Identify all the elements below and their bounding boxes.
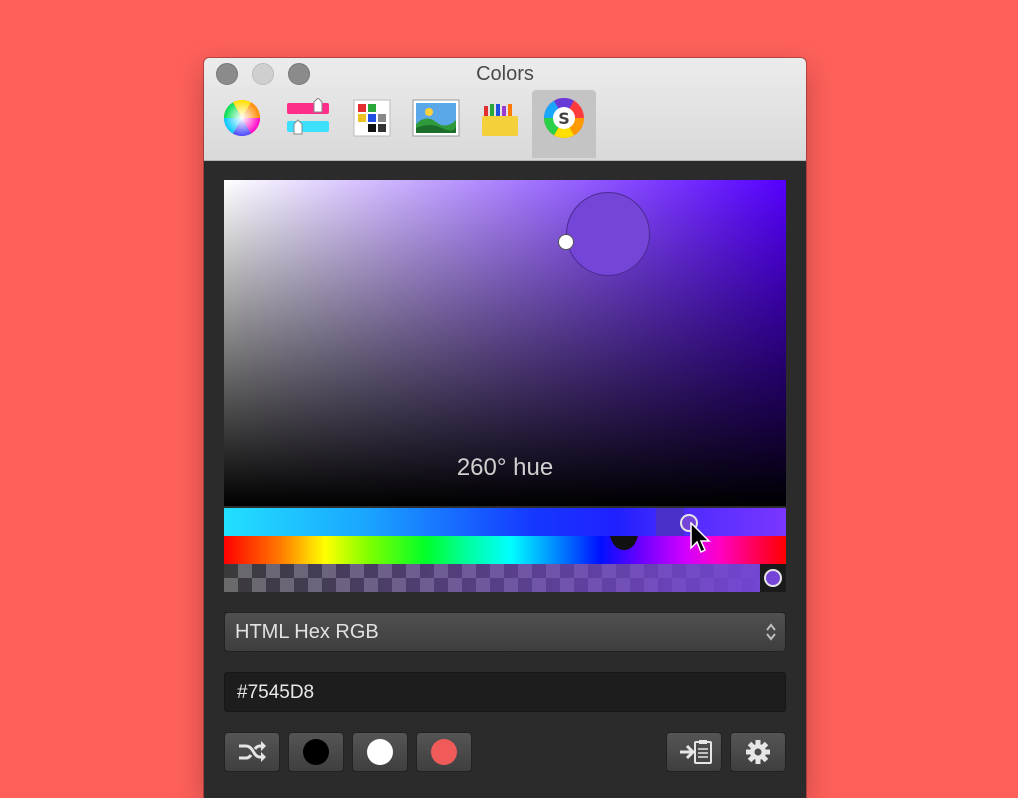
swatch-red bbox=[431, 739, 457, 765]
colors-window: Colors S 260° hue HTML Hex RGB #7545D8 bbox=[204, 58, 806, 798]
hex-value-field[interactable]: #7545D8 bbox=[224, 672, 786, 712]
opacity-knob[interactable] bbox=[764, 569, 782, 587]
titlebar: Colors S bbox=[204, 58, 806, 161]
image-palette-icon bbox=[412, 99, 460, 137]
swatch-button-1[interactable] bbox=[288, 732, 344, 772]
color-format-label: HTML Hex RGB bbox=[235, 621, 379, 643]
settings-button[interactable] bbox=[730, 732, 786, 772]
opacity-slider[interactable] bbox=[224, 564, 786, 592]
tab-color-wheel[interactable] bbox=[210, 90, 274, 158]
window-title: Colors bbox=[476, 63, 534, 85]
shuffle-icon bbox=[239, 741, 266, 762]
tab-color-sliders[interactable] bbox=[276, 90, 340, 158]
svg-text:S: S bbox=[558, 109, 570, 128]
tab-skala-picker[interactable]: S bbox=[532, 90, 596, 158]
updown-chevron-icon bbox=[766, 623, 776, 641]
hue-position-marker[interactable] bbox=[610, 536, 638, 550]
swatch-black bbox=[303, 739, 329, 765]
color-picker-handle[interactable] bbox=[558, 234, 574, 250]
skala-icon: S bbox=[544, 98, 584, 138]
tab-color-palettes[interactable] bbox=[340, 90, 404, 158]
random-color-button[interactable] bbox=[224, 732, 280, 772]
tab-image-palettes[interactable] bbox=[404, 90, 468, 158]
color-wheel-icon bbox=[224, 99, 260, 137]
swatch-button-2[interactable] bbox=[352, 732, 408, 772]
selected-color-preview bbox=[566, 192, 650, 276]
color-format-select[interactable]: HTML Hex RGB bbox=[224, 612, 786, 652]
tab-pencils[interactable] bbox=[468, 90, 532, 158]
hue-label: 260° hue bbox=[456, 454, 554, 481]
gear-icon bbox=[746, 740, 770, 764]
mouse-cursor-icon bbox=[690, 522, 711, 554]
sliders-icon bbox=[287, 98, 329, 135]
crayons-icon bbox=[482, 104, 518, 136]
swatch-white bbox=[367, 739, 393, 765]
swatch-button-3[interactable] bbox=[416, 732, 472, 772]
hex-value-text: #7545D8 bbox=[237, 682, 315, 703]
paste-clipboard-icon bbox=[680, 740, 712, 764]
palette-grid-icon bbox=[353, 99, 391, 137]
copy-to-clipboard-button[interactable] bbox=[666, 732, 722, 772]
